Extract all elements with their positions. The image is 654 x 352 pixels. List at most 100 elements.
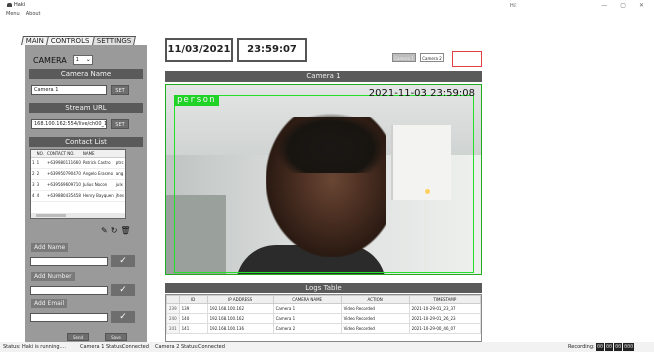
- contact-no: 2: [35, 168, 46, 180]
- logs-col-index: [166, 295, 180, 304]
- timer-milliseconds: 000: [623, 343, 635, 351]
- detection-label: person: [174, 95, 219, 106]
- camera-name-input[interactable]: Camera 1: [31, 85, 107, 95]
- camera-1-button[interactable]: Camera 1: [392, 53, 416, 62]
- confirm-email-button[interactable]: ✓: [111, 311, 135, 323]
- edit-pencil-icon[interactable]: ✎: [101, 226, 108, 235]
- log-timestamp: 2021-10-29-01_26_23: [408, 313, 481, 324]
- confirm-number-button[interactable]: ✓: [111, 284, 135, 296]
- menu-bar: Menu About: [6, 11, 41, 17]
- status-label: Status:: [3, 344, 21, 350]
- delete-trash-icon[interactable]: 🗑: [120, 226, 130, 235]
- contact-no: 3: [35, 179, 46, 191]
- contact-name: Angelo Erasmo: [81, 168, 115, 180]
- camera-video-feed[interactable]: person 2021-11-03 23:59:08: [165, 84, 482, 275]
- log-id: 139: [178, 303, 208, 314]
- save-button[interactable]: Save: [105, 333, 127, 341]
- camera-2-button[interactable]: Camera 2: [420, 53, 444, 62]
- contacts-col-name: NAME: [81, 150, 115, 158]
- close-button[interactable]: ✕: [639, 2, 644, 9]
- contact-number: +639569609710: [45, 179, 82, 191]
- contact-list-table[interactable]: NO. CONTACT NO. NAME 1 1 +639980111660 P…: [30, 149, 126, 219]
- contact-extra: julx: [114, 179, 125, 191]
- menu-item-about[interactable]: About: [26, 11, 41, 17]
- app-title: Haki: [7, 2, 25, 8]
- log-action: Video Recorded: [340, 303, 410, 314]
- contacts-header-row: NO. CONTACT NO. NAME: [31, 150, 125, 158]
- window-controls: — ▢ ✕: [601, 2, 644, 9]
- time-display: 23:59:07: [237, 38, 307, 62]
- contacts-col-extra: [114, 150, 125, 158]
- contact-extra: ptrc: [114, 157, 125, 169]
- camera-select-row: CAMERA 1: [33, 55, 93, 65]
- camera-view-title: Camera 1: [165, 71, 482, 82]
- contact-actions: ✎ ↻ 🗑: [101, 226, 131, 235]
- camera-2-status-label: Camera 2 Status:: [155, 344, 199, 350]
- contact-number: +639880435458: [45, 190, 82, 202]
- log-index: 241: [166, 323, 180, 334]
- contact-row[interactable]: 4 4 +639880435458 Henry Bayquen jhes: [31, 190, 125, 202]
- contact-no: 4: [35, 190, 46, 202]
- minimize-button[interactable]: —: [601, 2, 607, 9]
- tab-bar: MAIN CONTROLS SETTINGS: [21, 36, 137, 45]
- log-action: Video Recorded: [340, 313, 410, 324]
- camera-name-header: Camera Name: [29, 69, 143, 79]
- contacts-horizontal-scrollbar[interactable]: [31, 213, 125, 218]
- add-number-label: Add Number: [31, 272, 75, 281]
- scrollbar-thumb[interactable]: [36, 214, 66, 217]
- set-stream-url-button[interactable]: SET: [111, 119, 129, 129]
- logs-col-timestamp: TIMESTAMP: [408, 295, 481, 304]
- log-timestamp: 2021-10-29-00_46_07: [408, 323, 481, 334]
- logs-header-row: ID IP ADDRESS CAMERA NAME ACTION TIMESTA…: [166, 295, 481, 304]
- timer-seconds: 00: [614, 343, 623, 351]
- contact-name: Patrick Castro: [81, 157, 115, 169]
- stream-url-header: Stream URL: [29, 103, 143, 113]
- app-logo-icon: [7, 3, 12, 7]
- tab-controls[interactable]: CONTROLS: [46, 36, 95, 45]
- log-camera: Camera 1: [272, 303, 342, 314]
- tab-main[interactable]: MAIN: [21, 36, 50, 45]
- log-id: 141: [178, 323, 208, 334]
- confirm-name-button[interactable]: ✓: [111, 255, 135, 267]
- log-index: 240: [166, 313, 180, 324]
- logs-col-id: ID: [178, 295, 208, 304]
- log-row[interactable]: 241 141 192.168.100.136 Camera 2 Video R…: [166, 323, 481, 334]
- stream-url-input[interactable]: 168.100.162:554/live/ch00_1: [31, 119, 107, 129]
- logs-table[interactable]: ID IP ADDRESS CAMERA NAME ACTION TIMESTA…: [165, 294, 482, 342]
- date-display: 11/03/2021: [165, 38, 233, 62]
- maximize-button[interactable]: ▢: [620, 2, 626, 9]
- contact-list-header: Contact List: [29, 137, 143, 147]
- log-timestamp: 2021-10-29-01_23_37: [408, 303, 481, 314]
- logs-col-ip: IP ADDRESS: [206, 295, 274, 304]
- set-camera-name-button[interactable]: SET: [111, 85, 129, 95]
- camera-select[interactable]: 1: [72, 55, 93, 65]
- send-button[interactable]: Send: [67, 333, 89, 341]
- log-action: Video Recorded: [340, 323, 410, 334]
- contacts-col-no: NO.: [35, 150, 46, 158]
- recording-timer: 00 00 00 000: [596, 343, 635, 351]
- contact-no: 1: [35, 157, 46, 169]
- camera-label: CAMERA: [33, 55, 67, 65]
- contact-number: +639950790470: [45, 168, 82, 180]
- log-row[interactable]: 239 139 192.168.100.162 Camera 1 Video R…: [166, 303, 481, 314]
- video-timestamp: 2021-11-03 23:59:08: [368, 88, 475, 99]
- log-camera: Camera 1: [272, 313, 342, 324]
- contact-row[interactable]: 2 2 +639950790470 Angelo Erasmo ang: [31, 168, 125, 180]
- refresh-icon[interactable]: ↻: [111, 226, 118, 235]
- add-number-input[interactable]: [30, 286, 108, 295]
- tab-settings[interactable]: SETTINGS: [91, 36, 137, 45]
- add-email-input[interactable]: [30, 313, 108, 322]
- log-ip: 192.168.100.162: [206, 303, 274, 314]
- contact-row[interactable]: 3 3 +639569609710 Julius Nocon julx: [31, 179, 125, 191]
- add-name-input[interactable]: [30, 257, 108, 266]
- menu-item-menu[interactable]: Menu: [6, 11, 20, 17]
- logs-col-camera: CAMERA NAME: [272, 295, 342, 304]
- recording-indicator[interactable]: [452, 51, 482, 67]
- log-row[interactable]: 240 140 192.168.100.162 Camera 1 Video R…: [166, 313, 481, 324]
- logs-table-title: Logs Table: [165, 283, 482, 293]
- log-id: 140: [178, 313, 208, 324]
- status-bar: Status: Haki is running.... Camera 1 Sta…: [0, 342, 654, 352]
- detection-bounding-box: [174, 95, 474, 273]
- contact-row[interactable]: 1 1 +639980111660 Patrick Castro ptrc: [31, 157, 125, 169]
- contact-number: +639980111660: [45, 157, 82, 169]
